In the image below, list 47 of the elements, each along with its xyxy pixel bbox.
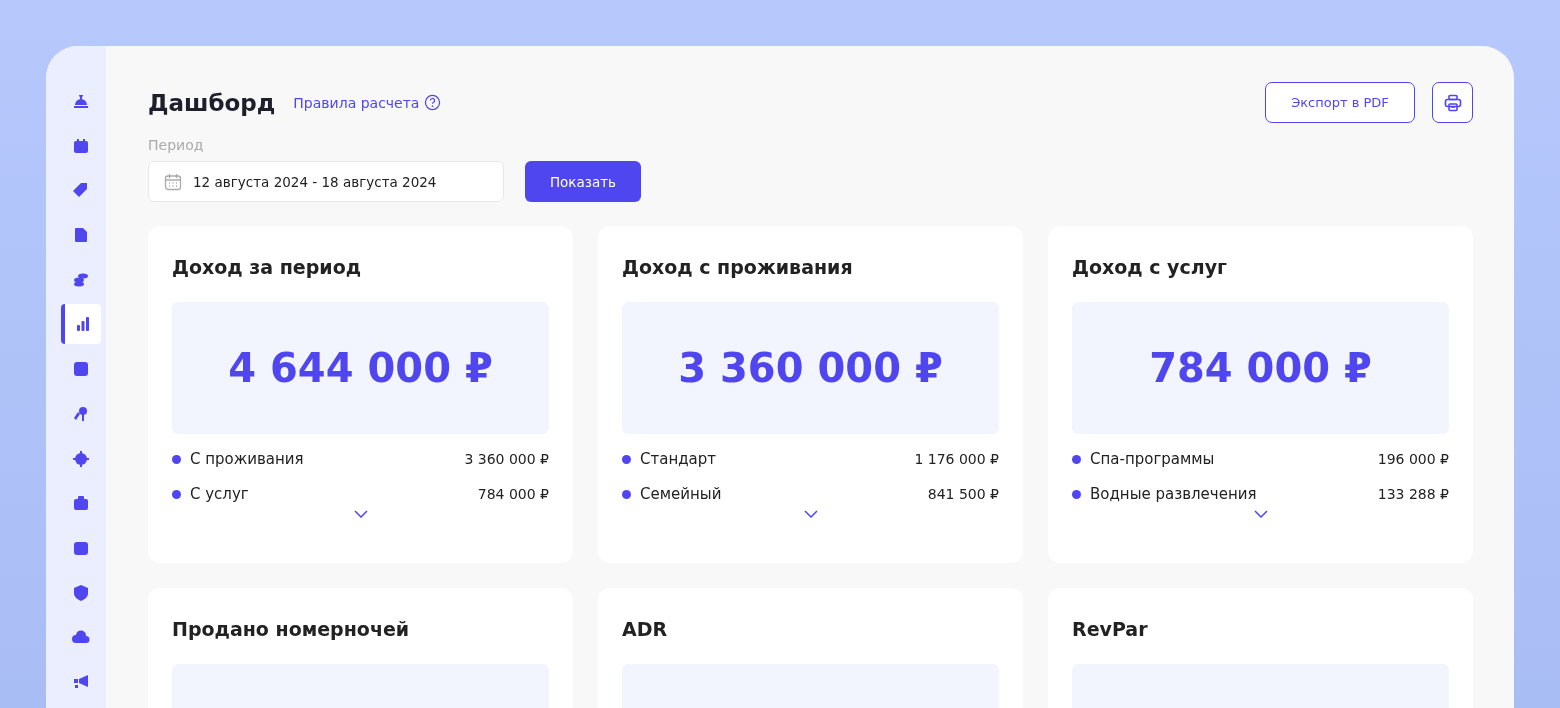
help-icon — [424, 94, 442, 111]
bullet-dot — [1072, 454, 1081, 464]
printer-icon — [1442, 92, 1463, 113]
breakdown-value: 784 000 ₽ — [477, 486, 549, 502]
bullet-dot — [1072, 489, 1081, 499]
expand-toggle[interactable] — [801, 508, 820, 520]
sidebar-item[interactable] — [61, 304, 101, 345]
period-label: Период — [148, 137, 205, 153]
card-title: Доход с проживания — [622, 256, 854, 278]
breakdown-label: С услуг — [190, 485, 250, 503]
breakdown-value: 3 360 000 ₽ — [464, 451, 549, 467]
breakdown-label: Семейный — [640, 485, 723, 503]
amount-value: 4 644 000 ₽ — [228, 345, 493, 391]
page-title: Дашборд — [148, 89, 276, 116]
nav-icon — [71, 448, 91, 469]
card-title: Продано номерночей — [172, 618, 411, 640]
breakdown-value: 196 000 ₽ — [1377, 451, 1449, 467]
nav-icon — [71, 582, 91, 603]
breakdown-label: Стандарт — [640, 450, 718, 468]
bullet-dot — [622, 454, 631, 464]
card-title: Доход с услуг — [1072, 256, 1228, 278]
bullet-dot — [172, 489, 181, 499]
calendar-icon — [163, 171, 183, 192]
breakdown-value: 841 500 ₽ — [927, 486, 999, 502]
card-title: Доход за период — [172, 256, 363, 278]
print-button[interactable] — [1432, 82, 1473, 123]
date-range-value: 12 августа 2024 - 18 августа 2024 — [193, 173, 437, 190]
breakdown-value: 1 176 000 ₽ — [914, 451, 999, 467]
date-range-field[interactable]: 12 августа 2024 - 18 августа 2024 — [148, 161, 504, 202]
chevron-down-icon — [1253, 510, 1268, 518]
show-button[interactable]: Показать — [525, 161, 641, 202]
bullet-dot — [622, 489, 631, 499]
card-title: RevPar — [1072, 618, 1149, 640]
export-button[interactable]: Экспорт в PDF — [1265, 82, 1415, 123]
rules-link[interactable]: Правила расчета — [293, 94, 442, 111]
amount-value: 3 360 000 ₽ — [678, 345, 943, 391]
amount-value: 784 000 ₽ — [1149, 345, 1372, 391]
breakdown-label: Спа-программы — [1090, 450, 1216, 468]
breakdown-label: С проживания — [190, 450, 305, 468]
card-title: ADR — [622, 618, 669, 640]
bullet-dot — [172, 454, 181, 464]
breakdown-value: 133 288 ₽ — [1377, 486, 1449, 502]
breakdown-label: Водные развлечения — [1090, 485, 1258, 503]
expand-toggle[interactable] — [1251, 508, 1270, 520]
chevron-down-icon — [803, 510, 818, 518]
chevron-down-icon — [353, 510, 368, 518]
expand-toggle[interactable] — [351, 508, 370, 520]
